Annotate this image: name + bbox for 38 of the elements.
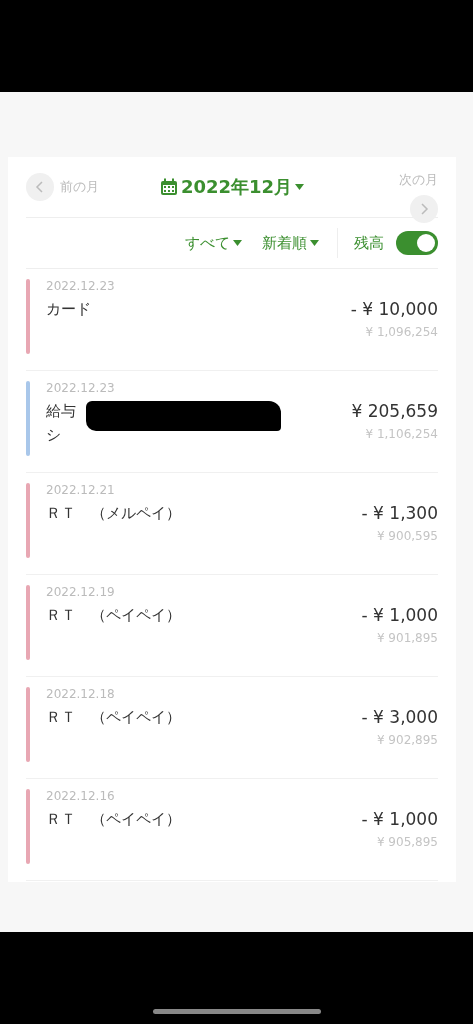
- running-balance: ¥ 1,106,254: [365, 427, 438, 441]
- balance-label: 残高: [354, 233, 384, 253]
- transaction-date: 2022.12.23: [46, 279, 116, 293]
- running-balance: ¥ 1,096,254: [365, 325, 438, 339]
- transaction-amount: - ¥ 3,000: [361, 707, 438, 727]
- calendar-icon: [159, 178, 178, 196]
- transaction-amount: - ¥ 1,300: [361, 503, 438, 523]
- running-balance: ¥ 900,595: [376, 529, 438, 543]
- next-month-button[interactable]: [410, 195, 438, 223]
- running-balance: ¥ 902,895: [376, 733, 438, 747]
- running-balance: ¥ 905,895: [376, 835, 438, 849]
- caret-icon: [233, 240, 242, 246]
- chevron-right-icon: [419, 203, 429, 215]
- transaction-date: 2022.12.19: [46, 585, 116, 599]
- caret-icon: [295, 184, 305, 190]
- transaction-title: ＲＴ （メルペイ）: [46, 503, 182, 524]
- transaction-amount: - ¥ 10,000: [350, 299, 438, 319]
- transaction-title: カード: [46, 299, 92, 320]
- transaction-date: 2022.12.18: [46, 687, 116, 701]
- transaction-date: 2022.12.21: [46, 483, 116, 497]
- sort-dropdown[interactable]: 新着順: [262, 233, 319, 253]
- transaction-amount: - ¥ 1,000: [361, 809, 438, 829]
- balance-toggle[interactable]: [396, 231, 438, 255]
- transaction-date: 2022.12.16: [46, 789, 116, 803]
- transaction-title: ＲＴ （ペイペイ）: [46, 605, 182, 626]
- transaction-title: 給与シ: [46, 401, 77, 446]
- month-selector[interactable]: 2022年12月: [159, 175, 305, 199]
- running-balance: ¥ 901,895: [376, 631, 438, 645]
- transaction-title: ＲＴ （ペイペイ）: [46, 809, 182, 830]
- caret-icon: [310, 240, 319, 246]
- chevron-left-icon: [35, 181, 45, 193]
- transaction-amount: - ¥ 1,000: [361, 605, 438, 625]
- previous-month-button[interactable]: [26, 173, 54, 201]
- home-indicator[interactable]: [152, 1009, 321, 1014]
- category-filter[interactable]: すべて: [185, 233, 242, 253]
- transaction-title: ＲＴ （ペイペイ）: [46, 707, 182, 728]
- transaction-amount: ¥ 205,659: [351, 401, 438, 421]
- transaction-date: 2022.12.23: [46, 381, 116, 395]
